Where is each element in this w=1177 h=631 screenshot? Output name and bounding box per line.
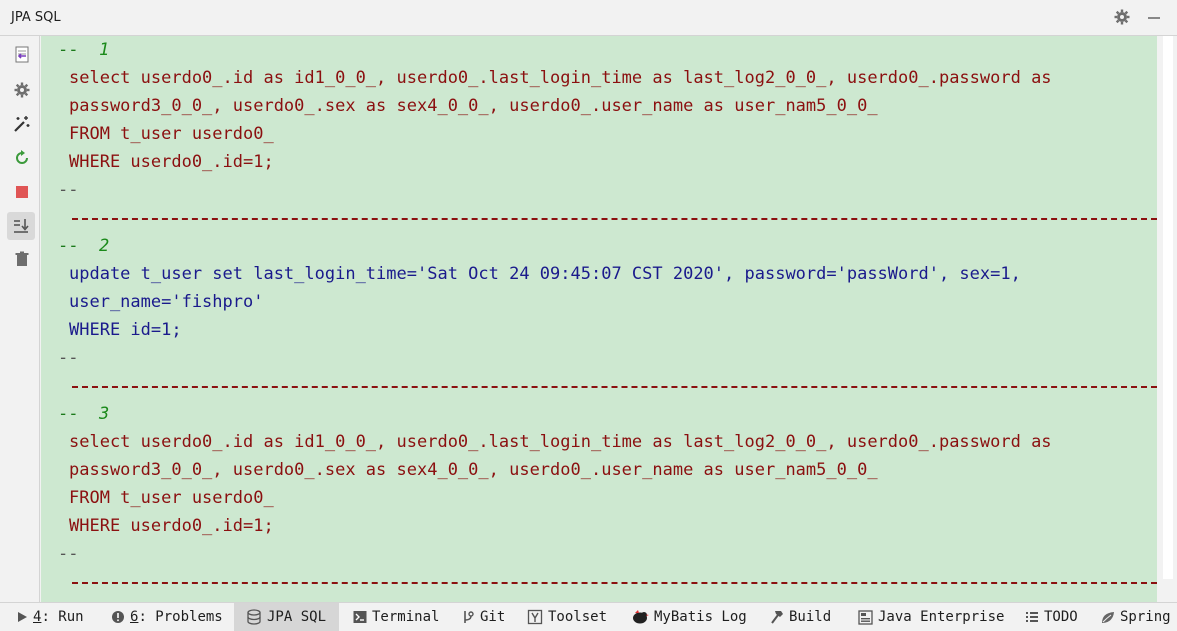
tab-run[interactable]: 4: Run (16, 603, 84, 631)
tab-java-enterprise[interactable]: Java Enterprise (858, 603, 1004, 631)
terminal-icon (353, 611, 367, 623)
java-enterprise-icon (858, 609, 873, 625)
sql-line: select userdo0_.id as id1_0_0_, userdo0_… (69, 68, 1052, 88)
tab-label: TODO (1044, 609, 1078, 625)
tool-window-header: JPA SQL (0, 0, 1177, 36)
sql-console-output[interactable]: -- 1 select userdo0_.id as id1_0_0_, use… (41, 36, 1157, 602)
entry-number: 2 (98, 236, 110, 256)
tab-label: MyBatis Log (654, 609, 747, 625)
gear-icon[interactable] (1113, 8, 1131, 26)
toolset-icon (527, 609, 543, 625)
tab-git[interactable]: Git (461, 603, 505, 631)
tab-label: Spring (1120, 609, 1171, 625)
tab-label: Git (480, 609, 506, 625)
entry-marker: -- 1 (58, 40, 110, 60)
tab-label: Java Enterprise (878, 609, 1005, 625)
scroll-to-end-icon[interactable] (7, 212, 35, 240)
tab-jpa-sql[interactable]: JPA SQL (234, 603, 339, 631)
tool-window-bar: 4: Run 6: Problems JPA SQL Terminal Git … (0, 602, 1177, 631)
tab-terminal[interactable]: Terminal (353, 603, 439, 631)
entry-marker: -- 2 (58, 236, 110, 256)
hammer-icon (771, 611, 783, 624)
sql-line: update t_user set last_login_time='Sat O… (69, 264, 1021, 284)
entry-end-marker: -- (58, 348, 79, 368)
magic-wand-icon[interactable] (11, 113, 33, 135)
entry-separator (72, 582, 1157, 584)
entry-separator (72, 386, 1157, 388)
database-icon (247, 609, 261, 625)
minimize-icon[interactable] (1145, 8, 1163, 26)
sql-line: FROM t_user userdo0_ (69, 124, 274, 144)
console-toolbar (0, 36, 40, 602)
tab-label: Build (789, 609, 832, 625)
rerun-icon[interactable] (11, 147, 33, 169)
gear-icon[interactable] (11, 79, 33, 101)
tab-label: Toolset (548, 609, 608, 625)
tab-label: Terminal (372, 609, 440, 625)
entry-end-marker: -- (58, 180, 79, 200)
sql-line: WHERE userdo0_.id=1; (69, 516, 274, 536)
sql-line: select userdo0_.id as id1_0_0_, userdo0_… (69, 432, 1052, 452)
tab-label: : Problems (138, 609, 223, 625)
vertical-scrollbar[interactable] (1157, 36, 1177, 602)
tab-spring[interactable]: Spring (1100, 603, 1171, 631)
tab-mybatis-log[interactable]: MyBatis Log (631, 603, 747, 631)
git-icon (464, 611, 474, 623)
tab-problems[interactable]: 6: Problems (111, 603, 223, 631)
problems-icon (112, 611, 124, 623)
tab-label: : Run (41, 609, 84, 625)
import-icon[interactable] (11, 44, 33, 66)
scrollbar-thumb[interactable] (1163, 36, 1173, 579)
entry-end-marker: -- (58, 544, 79, 564)
stop-icon[interactable] (11, 181, 33, 203)
bird-icon (633, 610, 649, 624)
sql-line: password3_0_0_, userdo0_.sex as sex4_0_0… (69, 460, 878, 480)
sql-line: WHERE userdo0_.id=1; (69, 152, 274, 172)
sql-line: user_name='fishpro' (69, 292, 264, 312)
tab-toolset[interactable]: Toolset (527, 603, 607, 631)
sql-line: password3_0_0_, userdo0_.sex as sex4_0_0… (69, 96, 878, 116)
trash-icon[interactable] (11, 248, 33, 270)
entry-number: 3 (98, 404, 110, 424)
play-icon (18, 612, 27, 622)
tab-label: JPA SQL (267, 609, 327, 625)
entry-marker: -- 3 (58, 404, 110, 424)
tab-todo[interactable]: TODO (1025, 603, 1078, 631)
entry-separator (72, 218, 1157, 220)
sql-line: FROM t_user userdo0_ (69, 488, 274, 508)
sql-line: WHERE id=1; (69, 320, 182, 340)
tool-window-title: JPA SQL (11, 10, 61, 25)
tab-build[interactable]: Build (768, 603, 831, 631)
list-icon (1026, 612, 1038, 622)
spring-leaf-icon (1102, 611, 1114, 623)
entry-number: 1 (98, 40, 110, 60)
